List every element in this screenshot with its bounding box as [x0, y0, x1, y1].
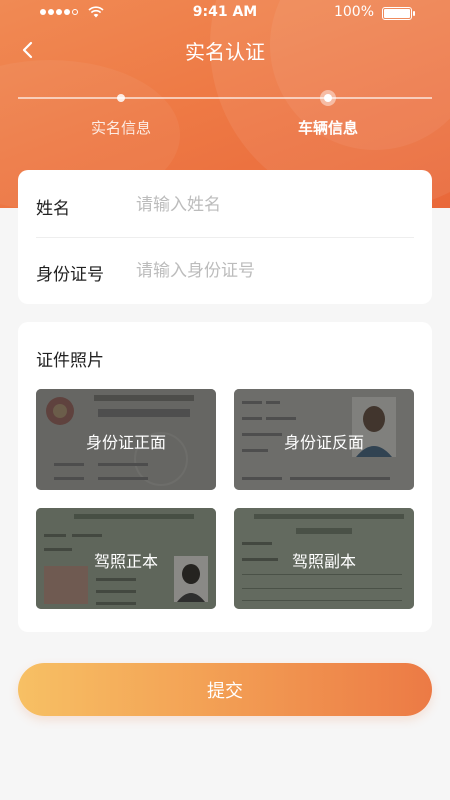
battery-percent: 100% [333, 4, 374, 20]
driver-license-back-label: 驾照副本 [291, 552, 356, 571]
step-dot-1 [117, 94, 125, 102]
document-photos-card: 证件照片 身份证正面 身份证反面 驾照正本 驾照副本 [18, 322, 432, 632]
battery-icon [382, 7, 415, 20]
step-label-1: 实名信息 [90, 119, 151, 137]
name-input[interactable] [136, 190, 406, 220]
id-card-front-label: 身份证正面 [85, 433, 166, 452]
id-number-input[interactable] [136, 256, 406, 286]
page-title: 实名认证 [185, 40, 265, 64]
step-label-2: 车辆信息 [297, 119, 358, 137]
id-card-back-label: 身份证反面 [283, 433, 364, 452]
driver-license-front-upload[interactable]: 驾照正本 [36, 508, 216, 609]
id-number-row: 身份证号 [18, 238, 432, 304]
step-line [18, 97, 432, 99]
photos-section-title: 证件照片 [36, 351, 104, 371]
id-card-front-upload[interactable]: 身份证正面 [36, 389, 216, 490]
step-progress [18, 86, 432, 110]
submit-button[interactable]: 提交 [18, 663, 432, 716]
driver-license-front-label: 驾照正本 [93, 552, 158, 571]
id-card-back-upload[interactable]: 身份证反面 [234, 389, 414, 490]
name-label: 姓名 [36, 199, 70, 219]
identity-form-card: 姓名 身份证号 [18, 170, 432, 304]
step-dot-2-current [320, 90, 336, 106]
id-number-label: 身份证号 [36, 265, 104, 285]
status-bar: 9:41 AM 100% [0, 0, 450, 26]
driver-license-back-upload[interactable]: 驾照副本 [234, 508, 414, 609]
name-row: 姓名 [18, 172, 432, 238]
